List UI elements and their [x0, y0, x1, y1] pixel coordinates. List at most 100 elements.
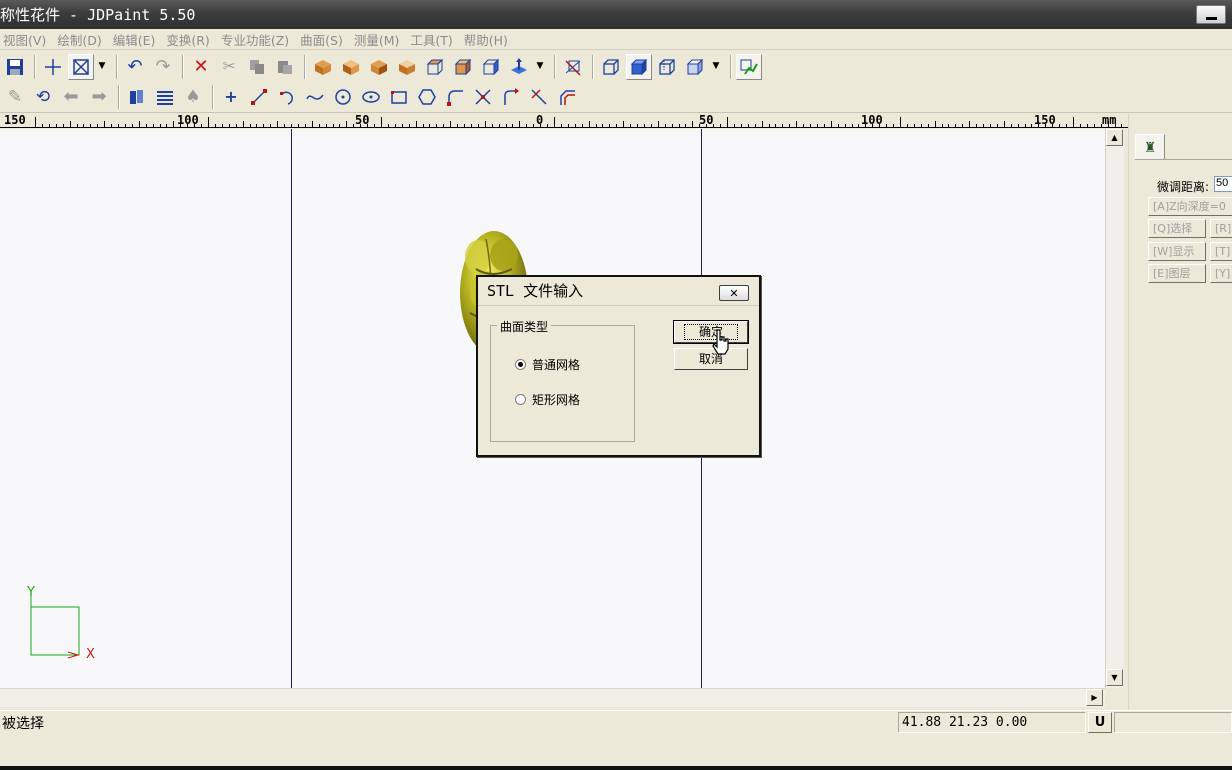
- menu-measure[interactable]: 测量(M): [351, 30, 408, 49]
- select-button[interactable]: [Q]选择: [1148, 219, 1206, 238]
- ruler-tick: [692, 121, 694, 127]
- solid-box-icon[interactable]: [450, 54, 476, 80]
- ellipse-icon[interactable]: [358, 84, 384, 110]
- menu-surface[interactable]: 曲面(S): [297, 30, 351, 49]
- minimize-button[interactable]: [1196, 5, 1226, 24]
- menu-view[interactable]: 视图(V): [0, 30, 54, 49]
- axis-orient-icon[interactable]: [506, 54, 532, 80]
- u-toggle-button[interactable]: U: [1088, 712, 1112, 733]
- copy-icon[interactable]: [244, 54, 270, 80]
- cube-wire-b-icon[interactable]: [654, 54, 680, 80]
- view-box-icon[interactable]: [68, 53, 94, 80]
- layer-button[interactable]: [E]图层: [1148, 264, 1206, 283]
- spline-icon[interactable]: [302, 84, 328, 110]
- radio-normal-mesh[interactable]: 普通网格: [515, 356, 580, 373]
- box-view-front-icon[interactable]: [338, 54, 364, 80]
- chevron-down-icon[interactable]: ▼: [96, 54, 108, 80]
- menu-help[interactable]: 帮助(H): [461, 30, 516, 49]
- stl-import-dialog: STL 文件输入 ✕ 曲面类型 普通网格 矩形网格 确定 取消: [476, 275, 761, 457]
- circle-icon[interactable]: [330, 84, 356, 110]
- title-bar: 称性花件 - JDPaint 5.50: [0, 0, 1232, 29]
- ruler-tick-minor: [706, 124, 708, 127]
- wire-box-icon[interactable]: [422, 54, 448, 80]
- radio-rect-mesh[interactable]: 矩形网格: [515, 391, 580, 408]
- status-message: 被选择: [2, 716, 44, 732]
- radio-rect-mesh-indicator[interactable]: [515, 394, 526, 405]
- ruler-tick-minor: [602, 124, 604, 127]
- ruler-tick-minor: [650, 124, 652, 127]
- pick-icon[interactable]: ✎: [2, 84, 28, 110]
- point-icon[interactable]: +: [218, 84, 244, 110]
- ruler-tick: [657, 121, 659, 127]
- chamfer-icon[interactable]: [554, 84, 580, 110]
- ruler-tick-minor: [754, 124, 756, 127]
- save-icon[interactable]: [2, 54, 28, 80]
- break-icon[interactable]: [526, 84, 552, 110]
- polygon-icon[interactable]: [414, 84, 440, 110]
- ruler-tick-minor: [55, 124, 57, 127]
- ruler-tick-minor: [941, 124, 943, 127]
- menu-transform[interactable]: 变换(R): [163, 30, 217, 49]
- radio-normal-mesh-indicator[interactable]: [515, 359, 526, 370]
- cube-shaded-icon[interactable]: [682, 54, 708, 80]
- vertical-scrollbar[interactable]: ▲ ▼: [1105, 129, 1124, 688]
- menu-pro-functions[interactable]: 专业功能(Z): [218, 30, 297, 49]
- redo-icon[interactable]: ↷: [150, 54, 176, 80]
- table-icon[interactable]: [152, 84, 178, 110]
- ruler-tick: [1003, 121, 1005, 127]
- scroll-right-button[interactable]: ▶: [1086, 689, 1103, 706]
- r-button[interactable]: [R]: [1210, 219, 1232, 238]
- scroll-up-button[interactable]: ▲: [1106, 129, 1123, 146]
- paste-icon[interactable]: [272, 54, 298, 80]
- box-edges-icon[interactable]: [478, 54, 504, 80]
- menu-edit[interactable]: 编辑(E): [110, 30, 164, 49]
- chevron-down-icon[interactable]: ▼: [710, 54, 722, 80]
- box-view-top-icon[interactable]: [310, 54, 336, 80]
- t-button[interactable]: [T]: [1210, 242, 1232, 261]
- ruler-tick-minor: [249, 124, 251, 127]
- crosshair-icon[interactable]: [40, 54, 66, 80]
- menu-draw[interactable]: 绘制(D): [54, 30, 109, 49]
- rectangle-icon[interactable]: [386, 84, 412, 110]
- chevron-down-icon[interactable]: ▼: [534, 54, 546, 80]
- delete-icon[interactable]: ✕: [188, 54, 214, 80]
- menu-tools[interactable]: 工具(T): [407, 30, 460, 49]
- fillet-icon[interactable]: [442, 84, 468, 110]
- ruler-tick-minor: [533, 124, 535, 127]
- menu-bar: 视图(V) 绘制(D) 编辑(E) 变换(R) 专业功能(Z) 曲面(S) 测量…: [0, 29, 1232, 50]
- dialog-close-button[interactable]: ✕: [719, 285, 749, 301]
- arrow-left-icon[interactable]: ⬅: [58, 84, 84, 110]
- cube-wire-a-icon[interactable]: [598, 54, 624, 80]
- display-button[interactable]: [W]显示: [1148, 242, 1206, 261]
- nudge-distance-input[interactable]: 50: [1214, 176, 1232, 192]
- box-view-side-icon[interactable]: [366, 54, 392, 80]
- cube-solid-icon[interactable]: [626, 53, 652, 80]
- arrow-right-icon[interactable]: ➡: [86, 84, 112, 110]
- arc-icon[interactable]: [274, 84, 300, 110]
- ruler-tick-minor: [581, 124, 583, 127]
- scroll-down-button[interactable]: ▼: [1106, 669, 1123, 686]
- y-button[interactable]: [Y]: [1210, 264, 1232, 283]
- cut-icon[interactable]: ✂: [216, 54, 242, 80]
- horizontal-scrollbar[interactable]: ▶: [0, 688, 1105, 707]
- section-plane-icon[interactable]: [560, 54, 586, 80]
- trim-icon[interactable]: [470, 84, 496, 110]
- layers-icon[interactable]: [124, 84, 150, 110]
- toolbar-separator: [118, 85, 120, 109]
- undo-icon[interactable]: ↶: [122, 54, 148, 80]
- ruler-tick: [208, 117, 209, 127]
- ruler-tick-minor: [284, 124, 286, 127]
- line-icon[interactable]: [246, 84, 272, 110]
- z-depth-button[interactable]: [A]Z向深度=0: [1148, 197, 1232, 216]
- panel-tab-tool[interactable]: ♜: [1135, 134, 1165, 160]
- path-check-icon[interactable]: [736, 53, 762, 80]
- extend-icon[interactable]: [498, 84, 524, 110]
- ruler-tick-minor: [152, 124, 154, 127]
- box-view-iso-icon[interactable]: [394, 54, 420, 80]
- ruler-tick-minor: [1121, 124, 1123, 127]
- ruler-tick: [830, 121, 832, 127]
- window-title: 称性花件 - JDPaint 5.50: [0, 6, 196, 24]
- light-bulb-icon[interactable]: ♠: [180, 84, 206, 110]
- ruler-tick-minor: [720, 124, 722, 127]
- rotate-pick-icon[interactable]: ⟲: [30, 84, 56, 110]
